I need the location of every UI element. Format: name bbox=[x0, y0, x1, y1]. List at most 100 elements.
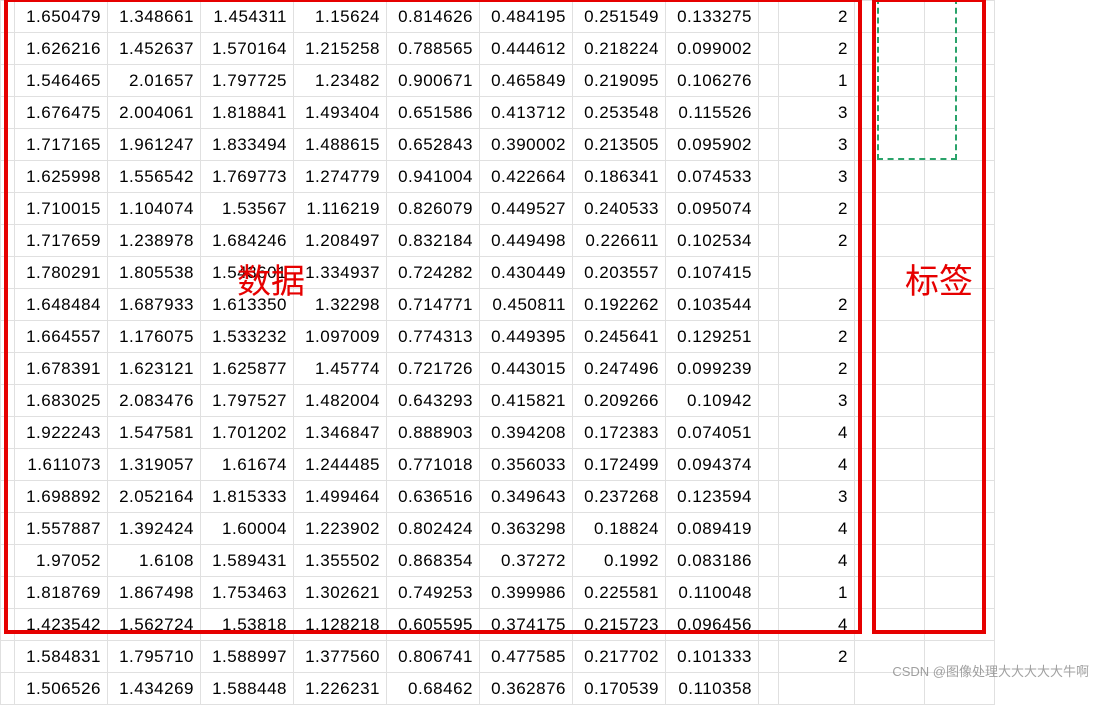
data-cell[interactable]: 0.643293 bbox=[387, 385, 480, 417]
empty-cell[interactable] bbox=[855, 641, 925, 673]
data-cell[interactable]: 0.749253 bbox=[387, 577, 480, 609]
data-cell[interactable]: 0.868354 bbox=[387, 545, 480, 577]
data-cell[interactable]: 0.083186 bbox=[666, 545, 759, 577]
data-cell[interactable]: 0.651586 bbox=[387, 97, 480, 129]
label-cell[interactable]: 3 bbox=[779, 129, 855, 161]
data-cell[interactable]: 2.052164 bbox=[108, 481, 201, 513]
label-cell[interactable] bbox=[779, 673, 855, 705]
data-cell[interactable]: 0.096456 bbox=[666, 609, 759, 641]
empty-cell[interactable] bbox=[759, 545, 779, 577]
data-cell[interactable]: 0.449527 bbox=[480, 193, 573, 225]
data-cell[interactable]: 0.826079 bbox=[387, 193, 480, 225]
data-cell[interactable]: 1.546465 bbox=[15, 65, 108, 97]
data-cell[interactable]: 0.484195 bbox=[480, 1, 573, 33]
empty-cell[interactable] bbox=[759, 609, 779, 641]
data-cell[interactable]: 0.103544 bbox=[666, 289, 759, 321]
data-cell[interactable]: 1.488615 bbox=[294, 129, 387, 161]
data-cell[interactable]: 1.53567 bbox=[201, 193, 294, 225]
empty-cell[interactable] bbox=[855, 33, 925, 65]
data-cell[interactable]: 1.753463 bbox=[201, 577, 294, 609]
data-cell[interactable]: 1.626216 bbox=[15, 33, 108, 65]
empty-cell[interactable] bbox=[855, 161, 925, 193]
empty-cell[interactable] bbox=[925, 449, 995, 481]
empty-cell[interactable] bbox=[759, 481, 779, 513]
empty-cell[interactable] bbox=[925, 289, 995, 321]
empty-cell[interactable] bbox=[759, 577, 779, 609]
data-cell[interactable]: 0.415821 bbox=[480, 385, 573, 417]
data-cell[interactable]: 1.454311 bbox=[201, 1, 294, 33]
label-cell[interactable]: 3 bbox=[779, 161, 855, 193]
empty-cell[interactable] bbox=[759, 193, 779, 225]
label-cell[interactable]: 3 bbox=[779, 385, 855, 417]
data-cell[interactable]: 1.625998 bbox=[15, 161, 108, 193]
empty-cell[interactable] bbox=[855, 353, 925, 385]
data-cell[interactable]: 1.61674 bbox=[201, 449, 294, 481]
data-cell[interactable]: 1.797725 bbox=[201, 65, 294, 97]
data-cell[interactable]: 1.648484 bbox=[15, 289, 108, 321]
data-cell[interactable]: 0.192262 bbox=[573, 289, 666, 321]
data-cell[interactable]: 0.253548 bbox=[573, 97, 666, 129]
data-cell[interactable]: 1.355502 bbox=[294, 545, 387, 577]
data-cell[interactable]: 1.961247 bbox=[108, 129, 201, 161]
data-cell[interactable]: 0.444612 bbox=[480, 33, 573, 65]
data-cell[interactable]: 1.543601 bbox=[201, 257, 294, 289]
empty-cell[interactable] bbox=[855, 417, 925, 449]
spreadsheet-table[interactable]: 1.6504791.3486611.4543111.156240.8146260… bbox=[0, 0, 995, 705]
data-cell[interactable]: 1.377560 bbox=[294, 641, 387, 673]
data-cell[interactable]: 1.650479 bbox=[15, 1, 108, 33]
data-cell[interactable]: 0.225581 bbox=[573, 577, 666, 609]
empty-cell[interactable] bbox=[925, 513, 995, 545]
empty-cell[interactable] bbox=[925, 321, 995, 353]
data-cell[interactable]: 1.302621 bbox=[294, 577, 387, 609]
data-cell[interactable]: 1.780291 bbox=[15, 257, 108, 289]
empty-cell[interactable] bbox=[855, 609, 925, 641]
data-cell[interactable]: 1.244485 bbox=[294, 449, 387, 481]
label-cell[interactable] bbox=[779, 257, 855, 289]
data-cell[interactable]: 0.095074 bbox=[666, 193, 759, 225]
data-cell[interactable]: 1.815333 bbox=[201, 481, 294, 513]
empty-cell[interactable] bbox=[855, 225, 925, 257]
data-cell[interactable]: 0.450811 bbox=[480, 289, 573, 321]
data-cell[interactable]: 0.18824 bbox=[573, 513, 666, 545]
data-cell[interactable]: 1.833494 bbox=[201, 129, 294, 161]
data-cell[interactable]: 0.68462 bbox=[387, 673, 480, 705]
data-cell[interactable]: 1.452637 bbox=[108, 33, 201, 65]
data-cell[interactable]: 2.004061 bbox=[108, 97, 201, 129]
data-cell[interactable]: 0.095902 bbox=[666, 129, 759, 161]
data-cell[interactable]: 1.717659 bbox=[15, 225, 108, 257]
data-cell[interactable]: 0.106276 bbox=[666, 65, 759, 97]
data-cell[interactable]: 1.319057 bbox=[108, 449, 201, 481]
data-cell[interactable]: 0.37272 bbox=[480, 545, 573, 577]
data-cell[interactable]: 0.129251 bbox=[666, 321, 759, 353]
data-cell[interactable]: 0.721726 bbox=[387, 353, 480, 385]
data-cell[interactable]: 0.636516 bbox=[387, 481, 480, 513]
empty-cell[interactable] bbox=[759, 65, 779, 97]
data-cell[interactable]: 0.465849 bbox=[480, 65, 573, 97]
empty-cell[interactable] bbox=[925, 417, 995, 449]
label-cell[interactable]: 2 bbox=[779, 1, 855, 33]
empty-cell[interactable] bbox=[855, 193, 925, 225]
data-cell[interactable]: 1.584831 bbox=[15, 641, 108, 673]
data-cell[interactable]: 1.15624 bbox=[294, 1, 387, 33]
label-cell[interactable]: 2 bbox=[779, 353, 855, 385]
label-cell[interactable]: 2 bbox=[779, 641, 855, 673]
data-cell[interactable]: 0.213505 bbox=[573, 129, 666, 161]
empty-cell[interactable] bbox=[855, 129, 925, 161]
data-cell[interactable]: 0.218224 bbox=[573, 33, 666, 65]
data-cell[interactable]: 1.493404 bbox=[294, 97, 387, 129]
empty-cell[interactable] bbox=[759, 385, 779, 417]
data-cell[interactable]: 0.133275 bbox=[666, 1, 759, 33]
data-cell[interactable]: 0.240533 bbox=[573, 193, 666, 225]
empty-cell[interactable] bbox=[925, 129, 995, 161]
data-cell[interactable]: 0.186341 bbox=[573, 161, 666, 193]
label-cell[interactable]: 3 bbox=[779, 97, 855, 129]
data-cell[interactable]: 0.217702 bbox=[573, 641, 666, 673]
data-cell[interactable]: 0.390002 bbox=[480, 129, 573, 161]
data-cell[interactable]: 1.238978 bbox=[108, 225, 201, 257]
data-cell[interactable]: 1.698892 bbox=[15, 481, 108, 513]
data-cell[interactable]: 1.533232 bbox=[201, 321, 294, 353]
data-cell[interactable]: 0.226611 bbox=[573, 225, 666, 257]
label-cell[interactable]: 4 bbox=[779, 513, 855, 545]
empty-cell[interactable] bbox=[759, 417, 779, 449]
empty-cell[interactable] bbox=[759, 257, 779, 289]
